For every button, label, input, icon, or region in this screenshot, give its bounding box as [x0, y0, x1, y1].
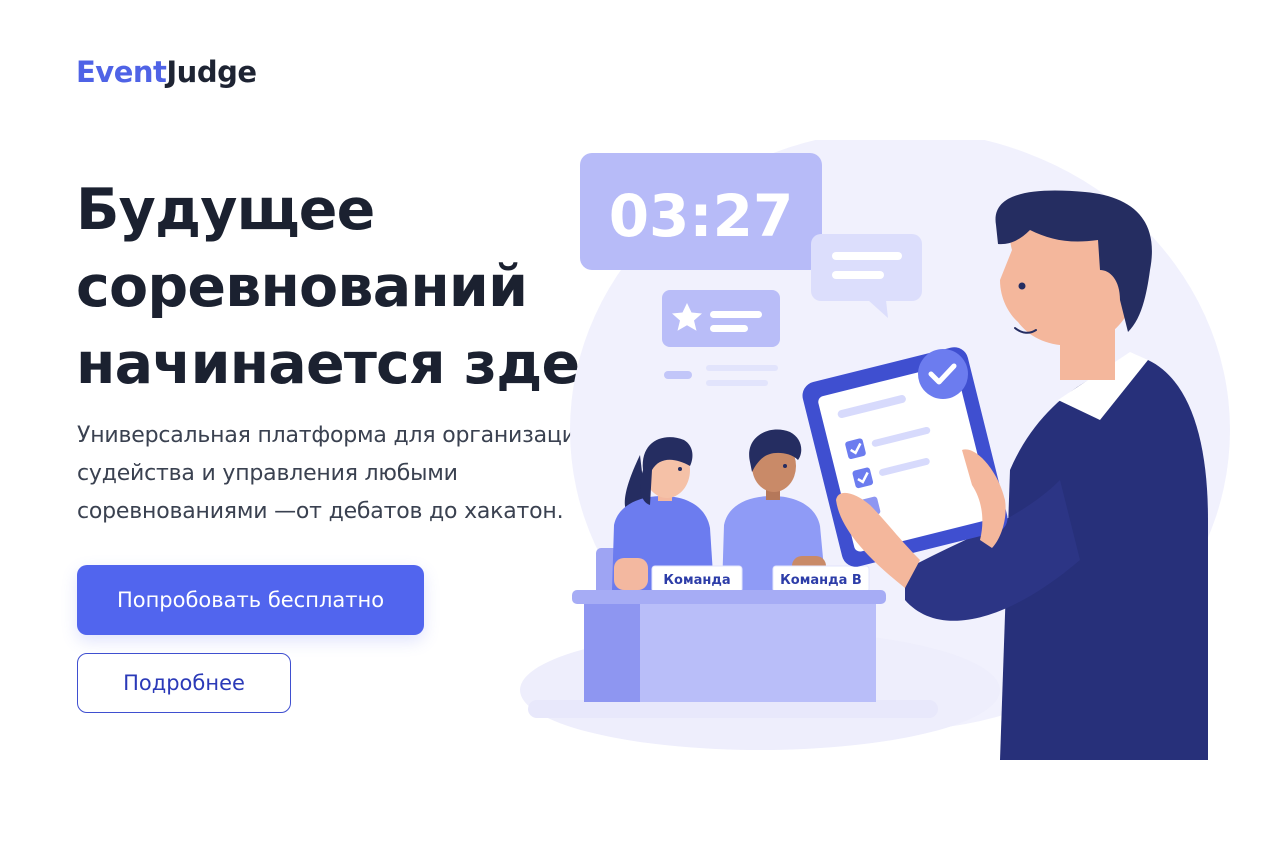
team-b-label: Команда B	[780, 573, 862, 588]
try-free-button[interactable]: Попробовать бесплатно	[77, 565, 424, 635]
team-b-nameplate: Команда B	[772, 565, 870, 593]
team-a-nameplate: Команда	[651, 565, 743, 593]
check-badge-icon	[918, 349, 968, 399]
timer-text: 03:27	[609, 182, 794, 250]
team-a-label: Команда	[663, 573, 730, 588]
learn-more-button[interactable]: Подробнее	[77, 653, 291, 713]
logo-part-judge: Judge	[166, 55, 257, 89]
hero-illustration: 03:27 Команда Команда B	[520, 140, 1230, 760]
timer-card: 03:27	[580, 153, 822, 270]
logo-part-event: Event	[76, 55, 167, 89]
logo[interactable]: EventJudge	[76, 54, 257, 90]
